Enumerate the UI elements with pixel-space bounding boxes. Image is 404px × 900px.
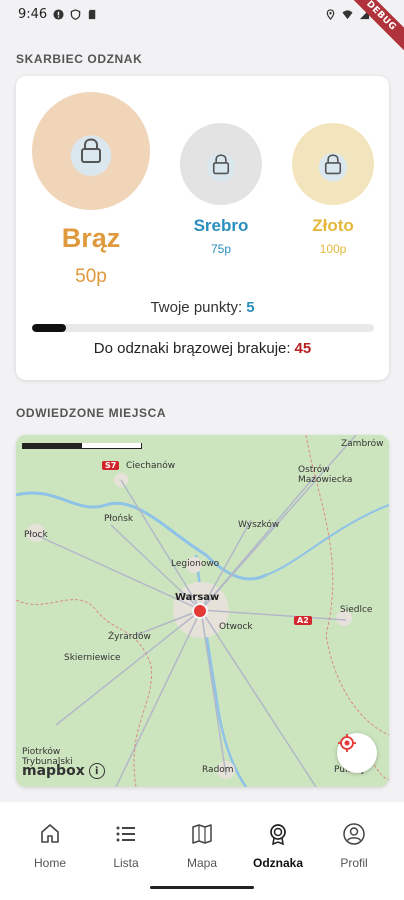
shield-icon [70,8,81,20]
missing-points-value: 45 [294,340,312,357]
map-label-plock: Płock [24,530,48,540]
lock-icon [324,153,342,174]
nav-label-lista: Lista [113,856,139,870]
bronze-medal-name: Brąz [61,223,121,253]
bronze-medal-points: 50p [75,266,107,287]
silver-medal-name: Srebro [193,216,249,235]
map-label-legionowo: Legionowo [171,559,220,569]
map-label-siedlce: Siedlce [340,605,373,615]
sd-card-icon [89,9,96,19]
nav-item-odznaka[interactable]: Odznaka [246,802,310,900]
road-badge-a2: A2 [294,616,312,625]
visited-places-map[interactable]: S7 A2 Zambrów Ciechanów Ostrów Mazowieck… [16,435,389,787]
status-time: 9:46 [18,6,48,22]
wifi-icon [342,9,353,19]
your-points-value: 5 [246,299,255,316]
mapbox-logo[interactable]: mapbox i [22,763,105,779]
lock-icon [81,138,101,163]
map-scale-bar [22,443,142,449]
badge-progress-fill [32,324,67,332]
road-badge-s7: S7 [102,461,120,470]
map-label-skierniewice: Skierniewice [64,653,121,663]
info-icon[interactable]: i [88,763,105,779]
gold-medal-name: Złoto [312,216,354,235]
map-label-radom: Radom [202,765,234,775]
notification-icon [53,8,64,20]
silver-medal-points: 75p [210,242,232,256]
locate-me-button[interactable] [337,733,377,773]
gold-medal-points: 100p [319,242,347,256]
nav-item-home[interactable]: Home [18,802,82,900]
home-indicator[interactable] [150,886,254,889]
map-label-ciechanow: Ciechanów [126,461,176,471]
lock-icon [212,153,230,174]
gold-medal [292,123,374,205]
status-bar: 9:46 DEBUG [0,0,404,54]
badge-icon [270,824,286,846]
crosshair-icon [338,734,356,752]
badges-card: Brąz 50p Srebro 75p Złoto 100p Twoje pun… [16,76,389,380]
places-section-title: ODWIEDZONE MIEJSCA [16,406,167,420]
missing-points-label: Do odznaki brązowej brakuje: [93,340,291,357]
missing-points-row: Do odznaki brązowej brakuje: 45 [16,340,389,357]
map-label-zyrardow: Żyrardów [108,632,151,642]
your-points-label: Twoje punkty: [150,299,243,316]
badges-section-title: SKARBIEC ODZNAK [16,52,143,66]
silver-medal [180,123,262,205]
map-label-otwock: Otwock [219,622,253,632]
nav-label-odznaka: Odznaka [252,856,303,870]
map-icon [192,824,212,844]
map-label-warsaw: Warsaw [175,592,220,603]
map-label-plonsk: Płońsk [104,514,134,524]
bronze-medal [32,92,150,210]
map-background [16,435,389,787]
nav-label-profil: Profil [340,856,368,870]
nav-item-lista[interactable]: Lista [94,802,158,900]
mapbox-attribution: mapbox [22,763,85,779]
home-icon [41,824,59,843]
badge-progress-bar [32,324,374,332]
your-points-row: Twoje punkty: 5 [16,299,389,316]
location-icon [326,8,335,20]
map-label-ostrow: Ostrów Mazowiecka [298,465,353,485]
nav-label-mapa: Mapa [186,856,218,870]
map-label-wyszkow: Wyszków [238,520,280,530]
nav-label-home: Home [33,856,66,870]
list-icon [116,826,135,842]
nav-item-profil[interactable]: Profil [322,802,386,900]
map-label-zambrow: Zambrów [341,439,384,449]
profile-icon [343,823,365,845]
